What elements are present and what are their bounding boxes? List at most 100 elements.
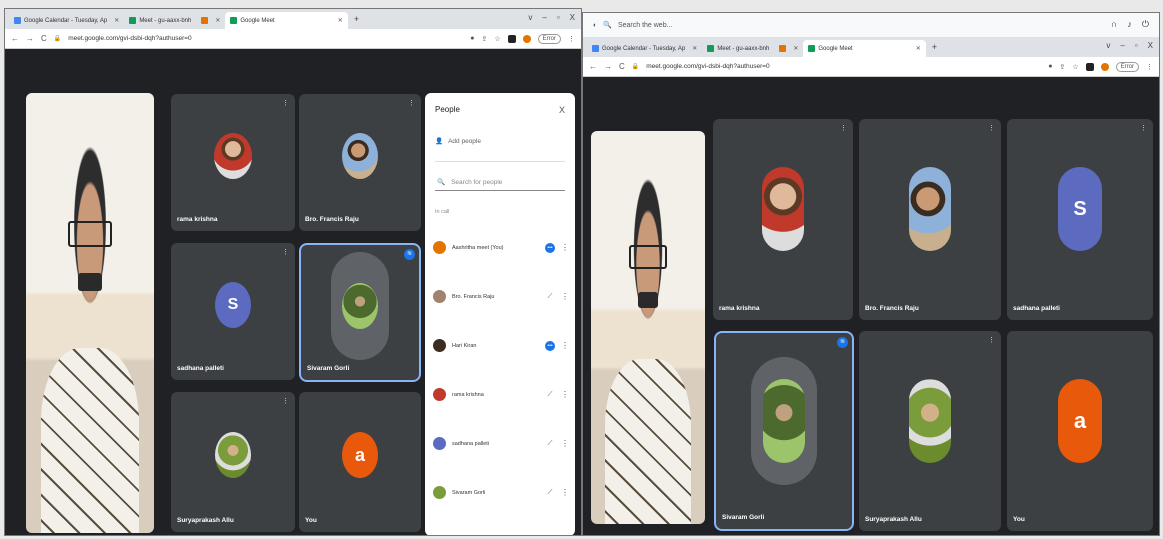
avatar xyxy=(909,379,951,463)
camera-icon[interactable]: ● xyxy=(470,35,474,42)
error-button[interactable]: Error xyxy=(537,33,561,44)
reload-icon[interactable]: C xyxy=(41,34,47,43)
self-video xyxy=(591,131,705,524)
lock-icon[interactable]: 🔒 xyxy=(54,35,61,42)
tab-google-calendar[interactable]: Google Calendar - Tuesday, Ap ✕ xyxy=(9,12,124,29)
star-icon[interactable]: ☆ xyxy=(1072,63,1078,71)
tab-close-icon[interactable]: ✕ xyxy=(692,45,697,52)
avatar xyxy=(762,167,804,252)
profile-icon[interactable] xyxy=(522,34,531,43)
forward-icon[interactable]: → xyxy=(604,62,612,71)
tab-extension[interactable]: ✕ xyxy=(774,40,803,57)
add-people-button[interactable]: 👤 Add people xyxy=(425,115,575,146)
extension-favicon-icon xyxy=(779,45,787,52)
tab-google-meet[interactable]: Google Meet ✕ xyxy=(803,40,926,57)
web-search-text[interactable]: Search the web... xyxy=(618,22,672,29)
menu-icon[interactable]: ⋮ xyxy=(1146,63,1153,71)
glasses-shape xyxy=(628,244,668,269)
participant-row[interactable]: Hari Kiran ••• ⋮ xyxy=(433,321,569,370)
tab-search-icon[interactable]: v xyxy=(1106,41,1110,50)
power-icon[interactable]: ⏻ xyxy=(1142,19,1149,30)
share-icon[interactable]: ⇪ xyxy=(482,35,488,43)
tab-meet-1[interactable]: Meet - gu-aaxx-bnh xyxy=(702,40,774,57)
tab-meet-1[interactable]: Meet - gu-aaxx-bnh xyxy=(124,12,196,29)
back-icon[interactable]: ← xyxy=(11,34,19,43)
participant-row[interactable]: sadhana palleti ⟋ ⋮ xyxy=(433,419,569,468)
assistant-icon[interactable]: ◐ xyxy=(593,22,597,29)
reload-icon[interactable]: C xyxy=(619,62,625,71)
more-vert-icon[interactable]: ⋮ xyxy=(561,292,569,301)
taskbar-icons: ∩ ♪ ⏻ xyxy=(1111,19,1149,30)
people-title: People xyxy=(435,105,460,114)
tab-label: Google Meet xyxy=(240,17,275,24)
participant-list: Aashritha meet (You) ••• ⋮ Bro. Francis … xyxy=(425,215,575,517)
tab-google-meet[interactable]: Google Meet ✕ xyxy=(225,12,348,29)
people-search-input[interactable]: 🔍 Search for people xyxy=(435,174,565,191)
tab-label: Google Meet xyxy=(818,45,853,52)
participant-row[interactable]: Sivaram Gorli ⟋ ⋮ xyxy=(433,468,569,517)
participant-tile-you[interactable]: a You xyxy=(1007,331,1153,531)
minimize-icon[interactable]: – xyxy=(1120,41,1124,50)
participant-tile[interactable]: ⋮ rama krishna xyxy=(171,94,295,231)
participant-tile-you[interactable]: a You xyxy=(299,392,421,532)
maximize-icon[interactable]: ▫ xyxy=(557,13,560,22)
close-icon[interactable]: X xyxy=(559,105,565,115)
profile-icon[interactable] xyxy=(1100,62,1109,71)
headset-icon[interactable]: ∩ xyxy=(1111,19,1117,30)
divider xyxy=(435,161,565,162)
people-panel: People X 👤 Add people 🔍 Search for peopl… xyxy=(425,93,575,535)
new-tab-button[interactable]: + xyxy=(348,14,365,24)
more-vert-icon[interactable]: ⋮ xyxy=(561,488,569,497)
extension-icon[interactable] xyxy=(1085,62,1094,71)
close-window-icon[interactable]: X xyxy=(570,13,575,22)
extension-icon[interactable] xyxy=(507,34,516,43)
mic-off-icon: ⟋ xyxy=(547,390,553,398)
participant-tile[interactable]: ⋮ Bro. Francis Raju xyxy=(299,94,421,231)
forward-icon[interactable]: → xyxy=(26,34,34,43)
participant-row[interactable]: Aashritha meet (You) ••• ⋮ xyxy=(433,223,569,272)
participant-tile[interactable]: ⋮ S sadhana palleti xyxy=(1007,119,1153,320)
participant-tile-speaking[interactable]: ≋ Sivaram Gorli xyxy=(714,331,854,531)
tab-close-icon[interactable]: ✕ xyxy=(215,17,220,24)
error-button[interactable]: Error xyxy=(1115,61,1139,72)
minimize-icon[interactable]: – xyxy=(542,13,546,22)
tab-google-calendar[interactable]: Google Calendar - Tuesday, Ap ✕ xyxy=(587,40,702,57)
mic-icon[interactable]: ♪ xyxy=(1127,19,1132,30)
participant-avatar xyxy=(433,486,446,499)
tab-search-icon[interactable]: v xyxy=(528,13,532,22)
participant-row[interactable]: Bro. Francis Raju ⟋ ⋮ xyxy=(433,272,569,321)
tab-close-icon[interactable]: ✕ xyxy=(338,17,343,24)
participant-tile[interactable]: ⋮ Suryaprakash Allu xyxy=(171,392,295,532)
url-text[interactable]: meet.google.com/gvi-dsbi-dqh?authuser=0 xyxy=(646,63,1041,70)
participant-tile-speaking[interactable]: ≋ Sivaram Gorli xyxy=(299,243,421,382)
back-icon[interactable]: ← xyxy=(589,62,597,71)
tab-extension[interactable]: ✕ xyxy=(196,12,225,29)
more-vert-icon[interactable]: ⋮ xyxy=(561,439,569,448)
participant-tile[interactable]: ⋮ Suryaprakash Allu xyxy=(859,331,1001,531)
participant-name: Sivaram Gorli xyxy=(722,514,765,521)
avatar xyxy=(763,379,805,464)
new-tab-button[interactable]: + xyxy=(926,42,943,52)
star-icon[interactable]: ☆ xyxy=(494,35,500,43)
tab-label: Meet - gu-aaxx-bnh xyxy=(139,17,192,24)
url-text[interactable]: meet.google.com/gvi-dsbi-dqh?authuser=0 xyxy=(68,35,463,42)
lock-icon[interactable]: 🔒 xyxy=(632,63,639,70)
participant-tile[interactable]: ⋮ S sadhana palleti xyxy=(171,243,295,380)
add-people-label: Add people xyxy=(448,137,481,145)
participant-tile[interactable]: ⋮ Bro. Francis Raju xyxy=(859,119,1001,320)
maximize-icon[interactable]: ▫ xyxy=(1135,41,1138,50)
camera-icon[interactable]: ● xyxy=(1048,63,1052,70)
menu-icon[interactable]: ⋮ xyxy=(568,35,575,43)
tab-close-icon[interactable]: ✕ xyxy=(114,17,119,24)
more-vert-icon[interactable]: ⋮ xyxy=(561,341,569,350)
tab-close-icon[interactable]: ✕ xyxy=(793,45,798,52)
more-vert-icon[interactable]: ⋮ xyxy=(561,243,569,252)
share-icon[interactable]: ⇪ xyxy=(1060,63,1066,71)
participant-tile[interactable]: ⋮ rama krishna xyxy=(713,119,853,320)
avatar xyxy=(342,282,378,329)
participant-row[interactable]: rama krishna ⟋ ⋮ xyxy=(433,370,569,419)
more-vert-icon[interactable]: ⋮ xyxy=(561,390,569,399)
participant-row-name: Bro. Francis Raju xyxy=(452,293,495,300)
tab-close-icon[interactable]: ✕ xyxy=(916,45,921,52)
close-window-icon[interactable]: X xyxy=(1148,41,1153,50)
